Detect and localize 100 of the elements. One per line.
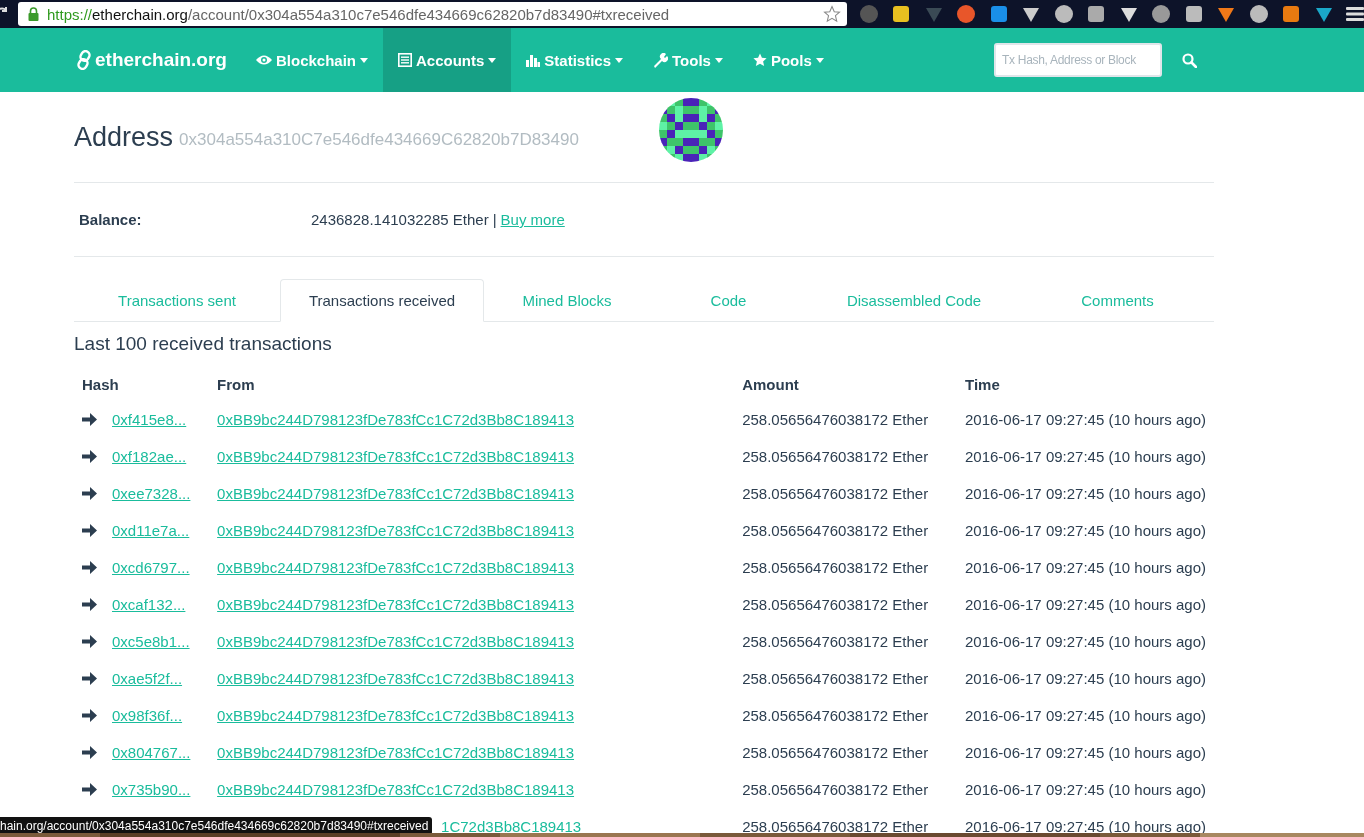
hash-link[interactable]: 0x98f36f... [112,707,183,724]
address-link[interactable]: 0xBB9bc244D798123fDe783fCc1C72d3Bb8C189413 [217,448,575,465]
amount-cell-text: 258.05656476038172 Ether [741,558,930,578]
hash-link[interactable]: 0xae5f2f... [112,670,183,687]
amount-cell-text: 258.05656476038172 Ether [741,595,930,615]
hash-link[interactable]: 0xd11e7a... [112,522,190,539]
amount-cell-text: 258.05656476038172 Ether [741,743,930,763]
arrow-right-icon [82,783,97,796]
caret-icon [815,57,824,63]
arrow-right-icon [82,413,97,426]
url-text: https://etherchain.org/account/0x304a554a310c7e546dfe434669c62820b7d83490#txreceived [47,5,671,23]
lock-icon [28,7,39,21]
hash-link[interactable]: 0x804767... [112,744,191,761]
balance-label: Balance: [79,211,143,228]
address-link[interactable]: 0xBB9bc244D798123fDe783fCc1C72d3Bb8C189413 [217,633,575,650]
time-cell-text: 2016-06-17 09:27:45 (10 hours ago) [964,632,1207,652]
caret-icon [488,57,497,63]
menu-icon[interactable] [1346,6,1364,22]
link-icon [76,50,92,70]
section-title: Last 100 received transactions [74,333,333,355]
extension-icon[interactable] [1281,4,1301,24]
hash-link[interactable]: 0xcd6797... [112,559,190,576]
address-bar[interactable]: https://etherchain.org/account/0x304a554a310c7e546dfe434669c62820b7d83490#txreceived [18,2,847,26]
extension-icon[interactable] [1086,4,1106,24]
column-header: From [216,374,256,395]
nav-menu-item[interactable]: Blockchain [241,28,383,92]
hash-link[interactable]: 0x735b90... [112,781,191,798]
nav-menu-item[interactable]: Statistics [511,28,639,92]
search-field[interactable]: Tx Hash, Address or Block [994,43,1162,77]
arrow-right-icon [82,561,97,574]
avatar-icon [658,98,723,162]
column-header: Amount [741,374,800,395]
time-cell-text: 2016-06-17 09:27:45 (10 hours ago) [964,669,1207,689]
hash-link[interactable]: 0xc5e8b1... [112,633,190,650]
amount-cell-text: 258.05656476038172 Ether [741,484,930,504]
address-hash: 0x304a554a310C7e546dfe434669C62820b7D83490 [179,130,579,150]
amount-cell-text: 258.05656476038172 Ether [741,706,930,726]
time-cell-text: 2016-06-17 09:27:45 (10 hours ago) [964,484,1207,504]
brand-link[interactable]: etherchain.org [76,49,227,71]
nav-menu-item[interactable]: Tools [638,28,738,92]
caret-icon [615,57,624,63]
tab[interactable]: Transactions sent [74,279,280,321]
extension-icon[interactable] [1248,4,1269,24]
arrow-right-icon [82,450,97,463]
amount-cell-text: 258.05656476038172 Ether [741,669,930,689]
time-cell-text: 2016-06-17 09:27:45 (10 hours ago) [964,558,1207,578]
hash-link[interactable]: 0xcaf132... [112,596,186,613]
time-cell-text: 2016-06-17 09:27:45 (10 hours ago) [964,780,1207,800]
nav-menu-item[interactable]: Pools [737,28,839,92]
address-link[interactable]: 0xBB9bc244D798123fDe783fCc1C72d3Bb8C189413 [217,411,575,428]
caret-icon [360,57,368,63]
address-link[interactable]: 0xBB9bc244D798123fDe783fCc1C72d3Bb8C189413 [217,707,575,724]
amount-cell-text: 258.05656476038172 Ether [741,780,930,800]
amount-cell-text: 258.05656476038172 Ether [741,632,930,652]
amount-cell-text: 258.05656476038172 Ether [741,410,930,430]
address-link[interactable]: 0xBB9bc244D798123fDe783fCc1C72d3Bb8C189413 [217,559,575,576]
star-icon [752,53,767,67]
tab[interactable]: Disassembled Code [807,279,1021,321]
address-link[interactable]: 0xBB9bc244D798123fDe783fCc1C72d3Bb8C189413 [217,670,575,687]
balance-value: 2436828.141032285 Ether [311,211,489,228]
time-cell-text: 2016-06-17 09:27:45 (10 hours ago) [964,410,1207,430]
address-link[interactable]: 1C72d3Bb8C189413 [441,818,582,835]
tab[interactable]: Comments [1021,279,1214,321]
eye-icon [256,54,272,66]
bar-chart-icon [526,53,541,67]
amount-cell-text: 258.05656476038172 Ether [741,521,930,541]
bookmark-star-icon[interactable] [822,5,841,23]
arrow-right-icon [82,598,97,611]
hash-link[interactable]: 0xf415e8... [112,411,187,428]
address-link[interactable]: 0xBB9bc244D798123fDe783fCc1C72d3Bb8C189413 [217,522,575,539]
page-title: Address [74,121,174,153]
amount-cell-text: 258.05656476038172 Ether [741,817,930,837]
separator-text: | [492,211,497,228]
extension-icon[interactable] [1151,4,1171,24]
nav-menu-item[interactable]: Accounts [383,28,512,92]
arrow-right-icon [82,635,97,648]
tab[interactable]: Transactions received [280,279,484,322]
tab[interactable]: Code [650,279,807,321]
wrench-icon [653,52,669,68]
extension-icon[interactable] [1053,4,1074,24]
time-cell-text: 2016-06-17 09:27:45 (10 hours ago) [964,743,1207,763]
address-link[interactable]: 0xBB9bc244D798123fDe783fCc1C72d3Bb8C189413 [217,485,575,502]
column-header: Time [964,374,1001,395]
extension-icon[interactable] [891,4,911,24]
time-cell-text: 2016-06-17 09:27:45 (10 hours ago) [964,447,1207,467]
caret-icon [714,57,723,63]
buy-more-link[interactable]: Buy more [500,211,565,228]
hash-link[interactable]: 0xf182ae... [112,448,187,465]
extension-icon[interactable] [1183,4,1204,24]
amount-cell-text: 258.05656476038172 Ether [741,447,930,467]
address-link[interactable]: 0xBB9bc244D798123fDe783fCc1C72d3Bb8C189413 [217,596,575,613]
time-cell-text: 2016-06-17 09:27:45 (10 hours ago) [964,521,1207,541]
arrow-right-icon [82,487,97,500]
arrow-right-icon [82,524,97,537]
address-link[interactable]: 0xBB9bc244D798123fDe783fCc1C72d3Bb8C189413 [217,781,575,798]
column-header: Hash [81,374,120,395]
address-link[interactable]: 0xBB9bc244D798123fDe783fCc1C72d3Bb8C189413 [217,744,575,761]
hash-link[interactable]: 0xee7328... [112,485,191,502]
time-cell-text: 2016-06-17 09:27:45 (10 hours ago) [964,706,1207,726]
tab[interactable]: Mined Blocks [484,279,650,321]
